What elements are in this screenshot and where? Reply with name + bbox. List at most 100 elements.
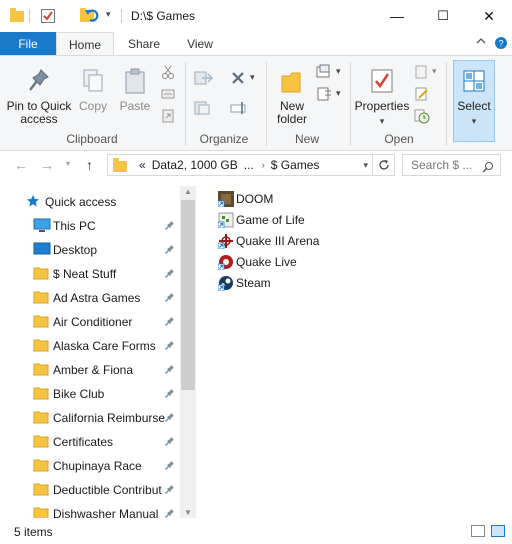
breadcrumb-current[interactable]: $ Games [271, 158, 320, 172]
address-dropdown-icon[interactable]: ▾ [363, 160, 368, 171]
breadcrumb-drive[interactable]: Data2, 1000 GB [152, 158, 238, 172]
tab-view[interactable]: View [172, 32, 228, 56]
title-bar: ▾ D:\$ Games — ☐ ✕ [0, 0, 512, 32]
nav-item[interactable]: Ad Astra Games [0, 286, 180, 310]
search-icon[interactable] [482, 159, 494, 179]
properties-dropdown-icon[interactable]: ▾ [354, 115, 410, 128]
nav-item[interactable]: Air Conditioner [0, 310, 180, 334]
nav-item[interactable]: Certificates [0, 430, 180, 454]
pinned-icon [165, 412, 175, 425]
history-icon[interactable] [414, 108, 430, 124]
customize-quick-access-icon[interactable]: ▾ [106, 9, 111, 27]
quick-access-label: Quick access [45, 195, 117, 209]
nav-item[interactable]: $ Neat Stuff [0, 262, 180, 286]
tab-file[interactable]: File [0, 32, 56, 56]
copy-button[interactable]: Copy [76, 66, 110, 113]
nav-scrollbar[interactable]: ▲ ▼ [180, 186, 196, 518]
pin-label: Pin to Quick access [6, 99, 72, 126]
file-item[interactable]: DOOM [212, 188, 502, 209]
large-icons-view-icon[interactable] [491, 525, 505, 537]
separator [266, 62, 267, 146]
nav-item-label: Deductible Contribut [53, 483, 162, 497]
nav-item[interactable]: Alaska Care Forms [0, 334, 180, 358]
folder-icon [33, 385, 49, 404]
collapse-ribbon-icon[interactable] [476, 36, 486, 49]
nav-item[interactable]: Bike Club [0, 382, 180, 406]
nav-item[interactable]: California Reimburse [0, 406, 180, 430]
paste-shortcut-icon[interactable] [160, 108, 176, 124]
file-item[interactable]: Game of Life [212, 209, 502, 230]
select-dropdown-icon: ▾ [471, 116, 477, 126]
breadcrumb-chevron-icon[interactable]: › [262, 160, 265, 170]
nav-item[interactable]: Dishwasher Manual [0, 502, 180, 518]
select-button[interactable]: Select ▾ [453, 60, 495, 142]
open-group-label: Open [384, 132, 414, 146]
forward-icon[interactable]: → [40, 157, 54, 173]
new-folder-button[interactable]: New folder [270, 66, 314, 126]
new-item-icon[interactable] [316, 64, 332, 80]
maximize-button[interactable]: ☐ [420, 0, 466, 32]
paste-button[interactable]: Paste [118, 66, 152, 113]
edit-icon[interactable] [414, 86, 430, 102]
file-item[interactable]: Steam [212, 272, 502, 293]
folder-icon [33, 289, 49, 308]
copy-to-icon[interactable] [194, 100, 210, 116]
details-view-icon[interactable] [471, 525, 485, 537]
delete-dropdown-icon[interactable]: ▾ [250, 72, 255, 83]
status-bar: 5 items [0, 520, 512, 544]
folder-icon [33, 313, 49, 332]
folder-icon [33, 457, 49, 476]
nav-item[interactable]: Amber & Fiona [0, 358, 180, 382]
properties-button[interactable]: Properties ▾ [354, 66, 410, 128]
location-folder-icon [113, 157, 127, 172]
nav-item-label: California Reimburse [53, 411, 165, 425]
star-icon [26, 194, 40, 211]
pinned-icon [165, 508, 175, 519]
back-icon[interactable]: ← [14, 157, 28, 173]
folder-icon [33, 505, 49, 518]
undo-icon[interactable] [84, 7, 100, 25]
folder-icon [33, 265, 49, 284]
address-input[interactable]: « Data2, 1000 GB ... › $ Games ▾ [107, 154, 395, 176]
close-button[interactable]: ✕ [466, 0, 512, 32]
new-item-dropdown-icon[interactable]: ▾ [336, 66, 341, 77]
scroll-thumb[interactable] [181, 200, 195, 390]
pin-to-quick-access-button[interactable]: Pin to Quick access [4, 66, 74, 126]
game-of-life-shortcut-icon [217, 212, 234, 228]
nav-item[interactable]: Chupinaya Race [0, 454, 180, 478]
help-icon[interactable]: ? [494, 36, 508, 53]
up-icon[interactable]: ↑ [86, 157, 93, 173]
scroll-up-icon[interactable]: ▲ [184, 187, 192, 196]
delete-icon[interactable] [230, 70, 246, 86]
doom-shortcut-icon [217, 190, 234, 207]
minimize-button[interactable]: — [374, 0, 420, 32]
scroll-down-icon[interactable]: ▼ [184, 508, 192, 517]
rename-icon[interactable] [230, 100, 246, 116]
file-item[interactable]: Quake III Arena [212, 230, 502, 251]
window-title: D:\$ Games [131, 9, 196, 23]
separator [446, 62, 447, 146]
breadcrumb-overflow[interactable]: « [139, 158, 146, 172]
nav-item[interactable]: Desktop [0, 238, 180, 262]
recent-locations-icon[interactable]: ▾ [66, 159, 70, 168]
refresh-icon[interactable] [372, 155, 394, 175]
nav-item-label: Certificates [53, 435, 114, 449]
copy-path-icon[interactable] [160, 86, 176, 102]
cut-icon[interactable] [160, 64, 176, 80]
search-input[interactable]: Search $ ... [402, 154, 501, 176]
nav-item[interactable]: Deductible Contribut [0, 478, 180, 502]
easy-access-dropdown-icon[interactable]: ▾ [336, 88, 341, 99]
tab-home[interactable]: Home [56, 32, 114, 56]
easy-access-icon[interactable] [316, 86, 332, 102]
breadcrumb-ellipsis[interactable]: ... [244, 158, 254, 172]
file-item[interactable]: Quake Live [212, 251, 502, 272]
open-dropdown-icon[interactable]: ▾ [432, 66, 437, 77]
separator [350, 62, 351, 146]
properties-quick-icon[interactable] [40, 8, 56, 26]
copy-icon [79, 66, 107, 96]
open-icon[interactable] [414, 64, 430, 80]
nav-item[interactable]: This PC [0, 214, 180, 238]
tab-share[interactable]: Share [116, 32, 172, 56]
nav-quick-access[interactable]: Quick access [0, 190, 180, 214]
move-to-icon[interactable] [194, 70, 214, 86]
